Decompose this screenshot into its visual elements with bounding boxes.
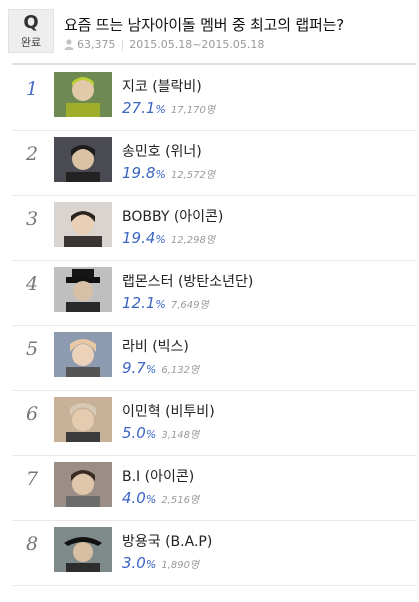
result-row[interactable]: 2 송민호 (위너) 19.8% 12,572명 bbox=[12, 131, 416, 196]
rank-number: 4 bbox=[26, 273, 39, 295]
member-name: 송민호 (위너) bbox=[122, 144, 202, 160]
member-name: 이민혁 (비투비) bbox=[122, 404, 215, 420]
percent-sign: % bbox=[155, 103, 166, 116]
vote-count: 17,170명 bbox=[170, 105, 216, 116]
member-photo[interactable] bbox=[54, 462, 112, 507]
participant-count: 63,375 bbox=[77, 38, 116, 51]
percent-sign: % bbox=[145, 493, 157, 506]
member-photo[interactable] bbox=[54, 267, 112, 312]
rank-number: 3 bbox=[26, 208, 39, 230]
q-letter: Q bbox=[23, 12, 39, 33]
vote-count: 3,148명 bbox=[161, 430, 200, 441]
vote-count: 2,516명 bbox=[161, 495, 200, 506]
rank-number: 7 bbox=[26, 468, 39, 490]
person-icon bbox=[64, 39, 74, 50]
vote-count: 7,649명 bbox=[170, 300, 209, 311]
vote-percent: 3.0 bbox=[122, 554, 146, 572]
poll-header: Q 완료 요즘 뜨는 남자아이돌 멤버 중 최고의 랩퍼는? 63,375 | … bbox=[0, 0, 419, 65]
member-name: 랩몬스터 (방탄소년단) bbox=[122, 274, 254, 290]
percent-sign: % bbox=[155, 298, 166, 311]
vote-stat: 9.7% 6,132명 bbox=[122, 358, 199, 377]
vote-count: 12,572명 bbox=[170, 170, 216, 181]
vote-stat: 19.4% 12,298명 bbox=[122, 228, 215, 247]
percent-sign: % bbox=[145, 558, 157, 571]
meta-separator: | bbox=[120, 38, 125, 51]
poll-meta: 63,375 | 2015.05.18~2015.05.18 bbox=[64, 38, 264, 51]
vote-stat: 5.0% 3,148명 bbox=[122, 423, 199, 442]
percent-sign: % bbox=[155, 233, 166, 246]
percent-sign: % bbox=[145, 428, 157, 441]
member-photo[interactable] bbox=[54, 72, 112, 117]
vote-stat: 12.1% 7,649명 bbox=[122, 293, 209, 312]
vote-percent: 4.0 bbox=[122, 489, 146, 507]
header-divider bbox=[12, 63, 416, 65]
status-label: 완료 bbox=[20, 36, 42, 49]
vote-stat: 19.8% 12,572명 bbox=[122, 163, 215, 182]
member-name: BOBBY (아이콘) bbox=[122, 209, 224, 225]
poll-period: 2015.05.18~2015.05.18 bbox=[129, 38, 265, 51]
result-row[interactable]: 5 라비 (빅스) 9.7% 6,132명 bbox=[12, 326, 416, 391]
vote-stat: 27.1% 17,170명 bbox=[122, 98, 215, 117]
question-badge: Q 완료 bbox=[8, 9, 54, 53]
rank-number: 2 bbox=[26, 143, 39, 165]
result-row[interactable]: 6 이민혁 (비투비) 5.0% 3,148명 bbox=[12, 391, 416, 456]
vote-count: 6,132명 bbox=[161, 365, 200, 376]
percent-sign: % bbox=[155, 168, 166, 181]
poll-title: 요즘 뜨는 남자아이돌 멤버 중 최고의 랩퍼는? bbox=[64, 16, 344, 34]
vote-percent: 19.4 bbox=[122, 229, 156, 247]
rank-number: 5 bbox=[26, 338, 39, 360]
result-row[interactable]: 1 지코 (블락비) 27.1% 17,170명 bbox=[12, 66, 416, 131]
result-row[interactable]: 3 BOBBY (아이콘) 19.4% 12,298명 bbox=[12, 196, 416, 261]
rank-number: 6 bbox=[26, 403, 39, 425]
member-photo[interactable] bbox=[54, 397, 112, 442]
vote-percent: 19.8 bbox=[122, 164, 156, 182]
vote-percent: 5.0 bbox=[122, 424, 146, 442]
vote-count: 1,890명 bbox=[161, 560, 200, 571]
vote-percent: 9.7 bbox=[122, 359, 146, 377]
result-row[interactable]: 7 B.I (아이콘) 4.0% 2,516명 bbox=[12, 456, 416, 521]
rank-number: 8 bbox=[26, 533, 39, 555]
rank-number: 1 bbox=[26, 78, 39, 100]
member-photo[interactable] bbox=[54, 332, 112, 377]
percent-sign: % bbox=[145, 363, 157, 376]
vote-count: 12,298명 bbox=[170, 235, 216, 246]
vote-stat: 3.0% 1,890명 bbox=[122, 553, 199, 572]
member-name: 지코 (블락비) bbox=[122, 79, 202, 95]
result-row[interactable]: 8 방용국 (B.A.P) 3.0% 1,890명 bbox=[12, 521, 416, 586]
vote-percent: 12.1 bbox=[122, 294, 156, 312]
member-name: 라비 (빅스) bbox=[122, 339, 189, 355]
result-row[interactable]: 4 랩몬스터 (방탄소년단) 12.1% 7,649명 bbox=[12, 261, 416, 326]
member-name: B.I (아이콘) bbox=[122, 469, 195, 485]
member-photo[interactable] bbox=[54, 137, 112, 182]
member-photo[interactable] bbox=[54, 202, 112, 247]
vote-stat: 4.0% 2,516명 bbox=[122, 488, 199, 507]
member-name: 방용국 (B.A.P) bbox=[122, 534, 213, 550]
vote-percent: 27.1 bbox=[122, 99, 156, 117]
member-photo[interactable] bbox=[54, 527, 112, 572]
